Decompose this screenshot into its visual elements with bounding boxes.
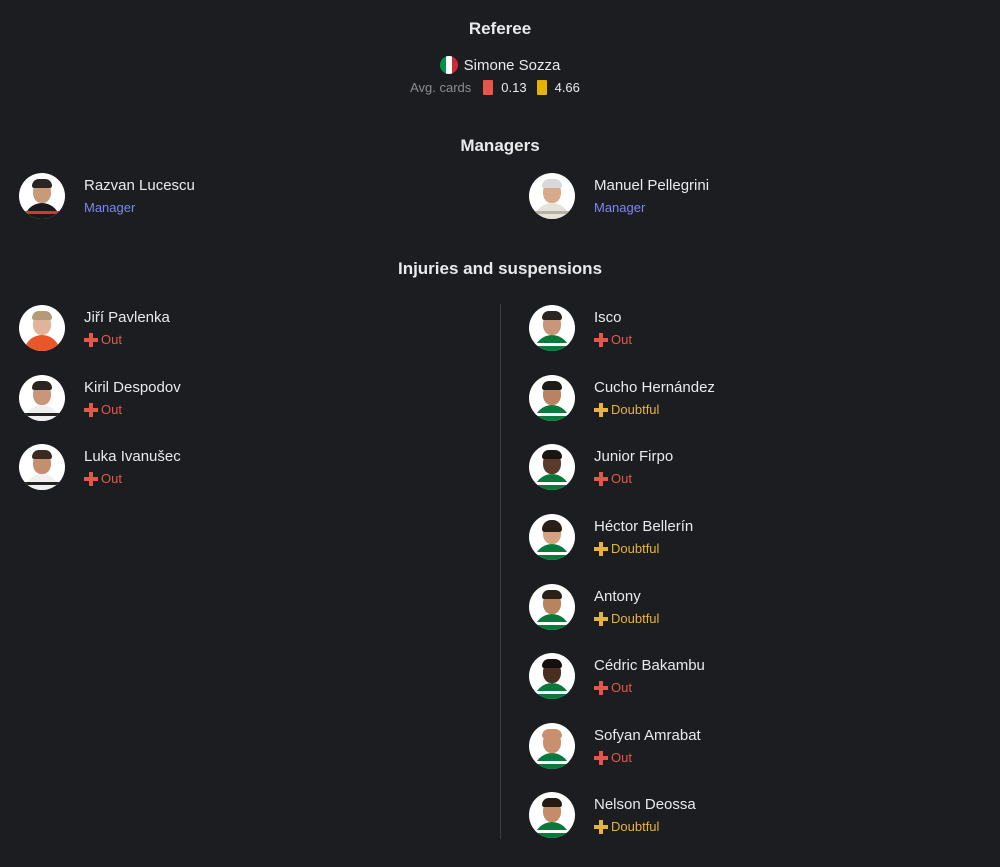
- player-name: Jiří Pavlenka: [84, 308, 170, 326]
- injury-player-row[interactable]: Sofyan Amrabat Out: [529, 723, 701, 769]
- yellow-card-value: 4.66: [554, 80, 580, 95]
- injury-cross-icon: [594, 680, 608, 695]
- status-label: Out: [611, 470, 632, 486]
- player-name: Isco: [594, 308, 622, 326]
- manager-role: Manager: [594, 199, 646, 215]
- referee-title: Referee: [468, 19, 532, 38]
- avatar: [529, 444, 575, 490]
- status-label: Out: [101, 470, 122, 486]
- injury-status: Out: [594, 680, 705, 696]
- injury-status: Out: [594, 471, 673, 487]
- doubtful-cross-icon: [594, 819, 608, 834]
- status-label: Out: [611, 749, 632, 765]
- status-label: Doubtful: [611, 401, 660, 417]
- status-label: Doubtful: [611, 818, 660, 834]
- player-name: Luka Ivanušec: [84, 447, 181, 465]
- referee-avg-cards: Avg. cards 0.13 4.66: [0, 80, 1000, 95]
- injuries-title: Injuries and suspensions: [397, 259, 603, 278]
- player-name: Junior Firpo: [594, 447, 674, 465]
- yellow-card-icon: [536, 80, 547, 95]
- avatar: [19, 444, 65, 490]
- injury-cross-icon: [84, 332, 98, 347]
- avatar: [19, 375, 65, 421]
- player-name: Nelson Deossa: [594, 795, 696, 813]
- referee-name[interactable]: Simone Sozza: [464, 57, 561, 74]
- injury-cross-icon: [84, 471, 98, 486]
- doubtful-cross-icon: [594, 541, 608, 556]
- status-label: Out: [611, 331, 632, 347]
- injury-status: Out: [84, 471, 181, 487]
- injury-cross-icon: [84, 402, 98, 417]
- player-name: Cucho Hernández: [594, 378, 715, 396]
- injury-status: Out: [84, 402, 181, 418]
- avatar: [529, 375, 575, 421]
- manager-name: Razvan Lucescu: [84, 176, 195, 194]
- player-name: Antony: [594, 587, 641, 605]
- injury-player-row[interactable]: Junior Firpo Out: [529, 444, 673, 490]
- injury-status: Doubtful: [594, 611, 659, 627]
- injury-player-row[interactable]: Isco Out: [529, 305, 632, 351]
- injury-status: Doubtful: [594, 541, 693, 557]
- player-name: Héctor Bellerín: [594, 517, 694, 535]
- injury-player-row[interactable]: Cédric Bakambu Out: [529, 653, 705, 699]
- injury-player-row[interactable]: Antony Doubtful: [529, 584, 659, 630]
- doubtful-cross-icon: [594, 611, 608, 626]
- injury-player-row[interactable]: Jiří Pavlenka Out: [19, 305, 170, 351]
- injury-status: Out: [594, 750, 701, 766]
- injury-player-row[interactable]: Nelson Deossa Doubtful: [529, 792, 696, 838]
- red-card-value: 0.13: [501, 80, 527, 95]
- avatar: [19, 173, 65, 219]
- player-name: Sofyan Amrabat: [594, 726, 701, 744]
- injury-player-row[interactable]: Héctor Bellerín Doubtful: [529, 514, 693, 560]
- status-label: Out: [611, 679, 632, 695]
- avatar: [19, 305, 65, 351]
- avatar: [529, 584, 575, 630]
- player-name: Cédric Bakambu: [594, 656, 705, 674]
- red-card-icon: [483, 80, 494, 95]
- status-label: Doubtful: [611, 610, 660, 626]
- managers-title: Managers: [460, 136, 540, 155]
- injury-cross-icon: [594, 750, 608, 765]
- injury-status: Out: [594, 332, 632, 348]
- injury-cross-icon: [594, 471, 608, 486]
- avatar: [529, 792, 575, 838]
- manager-name: Manuel Pellegrini: [594, 176, 710, 194]
- injury-cross-icon: [594, 332, 608, 347]
- injury-status: Doubtful: [594, 402, 715, 418]
- italy-flag-icon: [439, 56, 458, 74]
- status-label: Doubtful: [611, 540, 660, 556]
- avatar: [529, 653, 575, 699]
- away-manager[interactable]: Manuel Pellegrini Manager: [529, 173, 709, 219]
- avg-cards-label: Avg. cards: [410, 80, 472, 95]
- referee-row: Simone Sozza: [0, 56, 1000, 74]
- injury-player-row[interactable]: Kiril Despodov Out: [19, 375, 181, 421]
- doubtful-cross-icon: [594, 402, 608, 417]
- home-manager[interactable]: Razvan Lucescu Manager: [19, 173, 195, 219]
- injury-status: Doubtful: [594, 819, 696, 835]
- avatar: [529, 305, 575, 351]
- avatar: [529, 173, 575, 219]
- lineup-info-panel: Referee Simone Sozza Avg. cards 0.13 4.6…: [0, 0, 1000, 867]
- injury-status: Out: [84, 332, 170, 348]
- player-name: Kiril Despodov: [84, 378, 181, 396]
- avatar: [529, 514, 575, 560]
- injury-player-row[interactable]: Cucho Hernández Doubtful: [529, 375, 715, 421]
- status-label: Out: [101, 331, 122, 347]
- manager-role: Manager: [84, 199, 136, 215]
- avatar: [529, 723, 575, 769]
- status-label: Out: [101, 401, 122, 417]
- column-divider: [500, 304, 501, 839]
- injury-player-row[interactable]: Luka Ivanušec Out: [19, 444, 181, 490]
